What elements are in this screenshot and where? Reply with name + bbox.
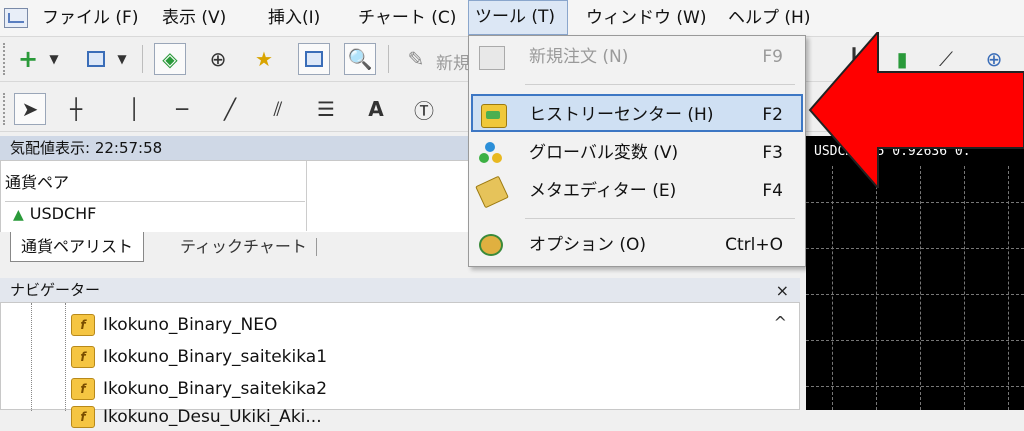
ea-name: Ikokuno_Binary_NEO [103, 315, 278, 335]
app-icon [4, 8, 28, 28]
menu-item-metaeditor[interactable]: メタエディター (E) F4 [471, 172, 803, 210]
table-row[interactable]: ▲ USDCHF [13, 204, 96, 223]
scroll-up-icon[interactable]: ^ [774, 313, 787, 332]
toolbar-grip[interactable] [3, 43, 8, 75]
grid-line [806, 386, 1024, 387]
menu-help[interactable]: ヘルプ (H) [722, 0, 816, 36]
menu-file[interactable]: ファイル (F) [36, 0, 144, 36]
cursor-icon[interactable]: ➤ [14, 93, 46, 125]
fibonacci-icon[interactable]: ☰ [310, 93, 342, 125]
chevron-down-icon[interactable]: ▼ [112, 43, 132, 75]
menu-item-shortcut: F9 [762, 47, 783, 67]
equidistant-channel-icon[interactable]: ⫽ [262, 93, 294, 125]
list-item[interactable]: f Ikokuno_Binary_saitekika2 [71, 375, 327, 403]
grid-line [806, 248, 1024, 249]
list-item[interactable]: f Ikokuno_Binary_saitekika1 [71, 343, 327, 371]
expert-advisor-icon: f [71, 406, 95, 428]
navigator-icon[interactable]: ★ [248, 43, 280, 75]
expert-advisor-icon: f [71, 314, 95, 336]
grid-line [806, 340, 1024, 341]
ea-name: Ikokuno_Binary_saitekika1 [103, 347, 328, 367]
tab-tick-chart[interactable]: ティックチャート [170, 232, 317, 262]
toolbar-separator [142, 45, 143, 73]
close-icon[interactable]: × [776, 281, 789, 300]
metaeditor-icon [475, 175, 509, 209]
column-divider [306, 161, 307, 231]
tester-icon[interactable]: 🔍 [344, 43, 376, 75]
header-divider [5, 201, 305, 202]
ea-name: Ikokuno_Binary_saitekika2 [103, 379, 328, 399]
grid-line [806, 294, 1024, 295]
expert-advisor-icon: f [71, 346, 95, 368]
options-icon [479, 234, 503, 256]
tab-separator [316, 238, 317, 256]
symbol-name: USDCHF [29, 204, 97, 223]
symbol-column-header[interactable]: 通貨ペア [5, 169, 69, 193]
toolbar-grip[interactable] [3, 93, 8, 125]
menu-item-label: ヒストリーセンター (H) [529, 105, 714, 125]
list-item[interactable]: f Ikokuno_Binary_NEO [71, 311, 277, 339]
menu-chart[interactable]: チャート (C) [352, 0, 462, 36]
menu-insert[interactable]: 挿入(I) [262, 0, 326, 36]
market-watch-icon[interactable]: ◈ [154, 43, 186, 75]
grid-line [806, 202, 1024, 203]
menu-item-new-order[interactable]: 新規注文 (N) F9 [471, 38, 803, 76]
menu-separator [525, 84, 795, 85]
profiles-icon[interactable] [80, 43, 112, 75]
menu-window[interactable]: ウィンドウ (W) [580, 0, 712, 36]
new-order-icon [479, 46, 505, 70]
tools-menu-dropdown: 新規注文 (N) F9 ヒストリーセンター (H) F2 グローバル変数 (V)… [468, 35, 806, 267]
text-label-icon[interactable]: Ⓣ [408, 93, 440, 125]
global-variables-icon [479, 142, 503, 164]
menu-item-shortcut: Ctrl+O [725, 235, 783, 255]
vertical-line-icon[interactable]: │ [118, 93, 150, 125]
list-item[interactable]: f Ikokuno_Desu_Ukiki_Aki... [71, 403, 322, 431]
history-center-icon [481, 104, 507, 128]
menu-view[interactable]: 表示 (V) [156, 0, 232, 36]
new-chart-icon[interactable]: + [12, 43, 44, 75]
navigator-panel: × ^ f Ikokuno_Binary_NEO f Ikokuno_Binary_… [0, 281, 800, 428]
menu-item-label: オプション (O) [529, 235, 647, 255]
menu-item-global-variables[interactable]: グローバル変数 (V) F3 [471, 134, 803, 172]
arrow-left-icon [808, 32, 1024, 188]
new-order-icon[interactable]: ✎ [400, 43, 432, 75]
menu-item-shortcut: F2 [762, 105, 783, 125]
tree-guide [65, 303, 66, 411]
trend-line-icon[interactable]: ╱ [214, 93, 246, 125]
tab-symbols[interactable]: 通貨ペアリスト [10, 232, 145, 262]
arrow-up-icon: ▲ [13, 207, 24, 223]
menu-item-label: 新規注文 (N) [529, 47, 629, 67]
text-icon[interactable]: A [360, 93, 392, 125]
new-order-label[interactable]: 新規 [436, 49, 470, 74]
toolbar-separator [388, 45, 389, 73]
menu-separator [525, 218, 795, 219]
menu-item-history-center[interactable]: ヒストリーセンター (H) F2 [471, 94, 803, 132]
horizontal-line-icon[interactable]: ─ [166, 93, 198, 125]
menu-item-label: メタエディター (E) [529, 181, 677, 201]
navigator-title: ナビゲーター [0, 278, 800, 302]
expert-advisor-icon: f [71, 378, 95, 400]
menu-item-shortcut: F4 [762, 181, 783, 201]
menu-item-label: グローバル変数 (V) [529, 143, 679, 163]
chevron-down-icon[interactable]: ▼ [44, 43, 64, 75]
menu-tools[interactable]: ツール (T) [468, 0, 568, 35]
crosshair-data-icon[interactable]: ⊕ [202, 43, 234, 75]
terminal-icon[interactable] [298, 43, 330, 75]
red-arrow-annotation [808, 32, 1024, 188]
tree-guide [31, 303, 32, 411]
menu-item-shortcut: F3 [762, 143, 783, 163]
crosshair-icon[interactable]: ┼ [60, 93, 92, 125]
menu-item-options[interactable]: オプション (O) Ctrl+O [471, 226, 803, 264]
ea-name: Ikokuno_Desu_Ukiki_Aki... [103, 407, 322, 427]
